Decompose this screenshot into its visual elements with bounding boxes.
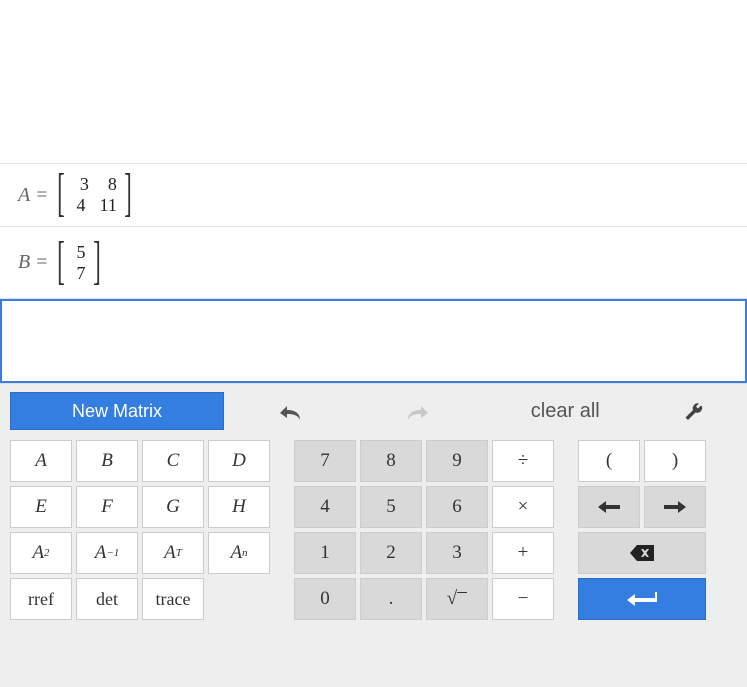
key-a-inverse[interactable]: A−1 (76, 532, 138, 574)
expression-input[interactable] (0, 299, 747, 383)
matrix-b: [ 5 7 ] (54, 242, 104, 284)
key-multiply[interactable]: × (492, 486, 554, 528)
key-trace[interactable]: trace (142, 578, 204, 620)
key-var-h[interactable]: H (208, 486, 270, 528)
toolbar: New Matrix clear all (10, 392, 737, 430)
arrow-right-icon (664, 501, 686, 513)
key-var-d[interactable]: D (208, 440, 270, 482)
key-a-transpose[interactable]: AT (142, 532, 204, 574)
equals-sign: = (36, 184, 47, 207)
key-det[interactable]: det (76, 578, 138, 620)
key-divide[interactable]: ÷ (492, 440, 554, 482)
matrix-a: [ 3 8 4 11 ] (54, 174, 135, 216)
enter-icon (627, 592, 657, 606)
key-a-power[interactable]: An (208, 532, 270, 574)
matrix-b-name: B (18, 251, 30, 274)
clear-all-button[interactable]: clear all (485, 392, 647, 430)
display-area (0, 0, 747, 164)
matrix-b-row: B = [ 5 7 ] (0, 227, 747, 299)
keypad: A B C D E F G H A2 A−1 AT An rref det tr… (10, 440, 737, 620)
key-var-c[interactable]: C (142, 440, 204, 482)
key-4[interactable]: 4 (294, 486, 356, 528)
key-plus[interactable]: + (492, 532, 554, 574)
key-2[interactable]: 2 (360, 532, 422, 574)
settings-button[interactable] (650, 392, 737, 430)
key-3[interactable]: 3 (426, 532, 488, 574)
redo-icon (404, 402, 432, 420)
wrench-icon (684, 401, 704, 421)
new-matrix-button[interactable]: New Matrix (10, 392, 224, 430)
backspace-icon (630, 545, 654, 561)
key-1[interactable]: 1 (294, 532, 356, 574)
keypad-area: New Matrix clear all A B C D E F G H (0, 383, 747, 687)
equals-sign: = (36, 251, 47, 274)
matrix-a-row: A = [ 3 8 4 11 ] (0, 164, 747, 227)
key-dot[interactable]: . (360, 578, 422, 620)
redo-button[interactable] (356, 392, 480, 430)
key-rref[interactable]: rref (10, 578, 72, 620)
key-cursor-left[interactable] (578, 486, 640, 528)
key-lparen[interactable]: ( (578, 440, 640, 482)
key-rparen[interactable]: ) (644, 440, 706, 482)
key-minus[interactable]: − (492, 578, 554, 620)
undo-button[interactable] (228, 392, 352, 430)
matrix-a-cell-1-1: 11 (100, 195, 117, 216)
key-6[interactable]: 6 (426, 486, 488, 528)
key-cursor-right[interactable] (644, 486, 706, 528)
matrix-b-cell-1-0: 7 (72, 263, 86, 284)
matrix-a-name: A (18, 184, 30, 207)
key-var-g[interactable]: G (142, 486, 204, 528)
arrow-left-icon (598, 501, 620, 513)
matrix-a-cell-1-0: 4 (72, 195, 86, 216)
key-a-squared[interactable]: A2 (10, 532, 72, 574)
key-var-a[interactable]: A (10, 440, 72, 482)
matrix-b-cell-0-0: 5 (72, 242, 86, 263)
key-5[interactable]: 5 (360, 486, 422, 528)
key-enter[interactable] (578, 578, 706, 620)
number-keys: 7 8 9 ÷ 4 5 6 × 1 2 3 + 0 . √ − (294, 440, 554, 620)
key-var-e[interactable]: E (10, 486, 72, 528)
matrix-a-cell-0-1: 8 (103, 174, 117, 195)
variable-keys: A B C D E F G H A2 A−1 AT An rref det tr… (10, 440, 270, 620)
matrix-a-cell-0-0: 3 (75, 174, 89, 195)
key-var-b[interactable]: B (76, 440, 138, 482)
key-0[interactable]: 0 (294, 578, 356, 620)
key-8[interactable]: 8 (360, 440, 422, 482)
key-backspace[interactable] (578, 532, 706, 574)
key-9[interactable]: 9 (426, 440, 488, 482)
nav-keys: ( ) (578, 440, 706, 620)
key-var-f[interactable]: F (76, 486, 138, 528)
key-sqrt[interactable]: √ (426, 578, 488, 620)
key-7[interactable]: 7 (294, 440, 356, 482)
undo-icon (276, 402, 304, 420)
